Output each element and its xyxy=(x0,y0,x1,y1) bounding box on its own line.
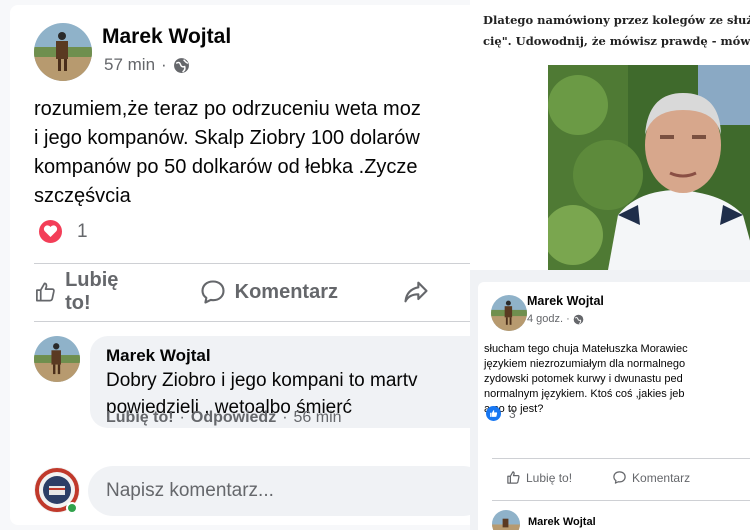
comment-text-line: Dobry Ziobro i jego kompani to martv xyxy=(106,370,418,391)
comment-reply-link[interactable]: Odpowiedz xyxy=(191,409,276,427)
second-post-meta: 4 godz. · xyxy=(527,313,584,325)
like-reaction-icon xyxy=(486,406,501,421)
second-post-like-count: 3 xyxy=(509,406,516,421)
love-reaction-icon xyxy=(38,219,63,244)
author-avatar[interactable] xyxy=(34,23,92,81)
like-label: Lubię to! xyxy=(65,269,119,314)
second-post-body-line: zydowski potomek kurwy i dwunastu ped xyxy=(484,373,683,385)
main-post-panel: Marek Wojtal 57 min · rozumiem,że teraz … xyxy=(0,0,470,530)
share-button[interactable] xyxy=(402,278,430,306)
post-body-line: rozumiem,że teraz po odrzuceniu weta moz xyxy=(34,98,421,120)
post-body-line: szczęśvcia xyxy=(34,185,131,207)
post-body-line: kompanów po 50 dolkarów od łebka .Zycze xyxy=(34,156,418,178)
comment-actions: Lubię to! · Odpowiedz · 56 min xyxy=(106,409,342,427)
comment-separator: · xyxy=(179,409,185,426)
like-button[interactable]: Lubię to! xyxy=(34,269,135,315)
comment-separator: · xyxy=(282,409,288,426)
second-post-body-line: językiem niezrozumiałym dla normalnego xyxy=(484,358,686,370)
online-status-dot xyxy=(66,502,78,514)
comment-author[interactable]: Marek Wojtal xyxy=(106,346,470,366)
thumbs-up-icon xyxy=(36,282,55,302)
article-text-line: cię". Udowodnij, że mówisz prawdę - mówi… xyxy=(483,34,750,48)
post-body-line: i jego kompanów. Skalp Ziobry 100 dolaró… xyxy=(34,127,420,149)
second-post-comment-label: Komentarz xyxy=(632,470,691,485)
comment-like-link[interactable]: Lubię to! xyxy=(106,409,174,427)
second-post-time[interactable]: 4 godz. xyxy=(527,313,563,325)
second-post-body-line: słucham tego chuja Matełuszka Morawiec xyxy=(484,343,688,355)
second-post-like-button[interactable]: Lubię to! xyxy=(506,470,572,485)
divider xyxy=(34,321,470,322)
post-author-name[interactable]: Marek Wojtal xyxy=(102,25,231,49)
write-comment-placeholder: Napisz komentarz... xyxy=(106,480,274,501)
reaction-count: 1 xyxy=(77,220,88,242)
post-meta: 57 min · xyxy=(104,55,190,75)
second-post-author[interactable]: Marek Wojtal xyxy=(527,294,604,308)
article-photo xyxy=(548,65,750,270)
second-post-action-bar: Lubię to! Komentarz xyxy=(506,470,730,485)
comment-time[interactable]: 56 min xyxy=(294,409,342,427)
comment-button[interactable]: Komentarz xyxy=(199,278,338,306)
write-comment-input[interactable]: Napisz komentarz... xyxy=(88,466,470,516)
second-post-panel: Marek Wojtal 4 godz. · słucham tego chuj… xyxy=(470,270,750,530)
globe-icon xyxy=(573,314,584,324)
meta-separator: · xyxy=(161,55,167,74)
second-post-reactions[interactable]: 3 xyxy=(486,406,516,421)
thumbs-up-icon xyxy=(507,471,520,484)
comment-icon xyxy=(613,471,626,484)
second-post-commenter-avatar[interactable] xyxy=(492,510,520,530)
post-action-bar: Lubię to! Komentarz xyxy=(34,264,470,320)
post-time[interactable]: 57 min xyxy=(104,55,155,75)
commenter-avatar[interactable] xyxy=(34,336,80,382)
second-post-commenter-name[interactable]: Marek Wojtal xyxy=(528,516,596,528)
share-icon xyxy=(404,281,428,303)
meta-separator: · xyxy=(566,313,570,325)
second-post-body-line: normalnym językiem. Ktoś coś ,jakies jeb xyxy=(484,388,685,400)
second-post-comment-button[interactable]: Komentarz xyxy=(612,470,690,485)
news-article-snippet: Dlatego namówiony przez kolegów ze służb… xyxy=(470,0,750,272)
divider xyxy=(492,458,750,459)
article-text: Dlatego namówiony przez kolegów ze służb… xyxy=(483,10,750,52)
article-text-line: Dlatego namówiony przez kolegów ze służb… xyxy=(483,13,750,27)
comment-icon xyxy=(201,280,225,304)
divider xyxy=(492,500,750,501)
post-body: rozumiem,że teraz po odrzuceniu weta moz… xyxy=(34,95,470,211)
comment-label: Komentarz xyxy=(234,280,338,303)
globe-icon xyxy=(173,57,189,73)
second-post-like-label: Lubię to! xyxy=(526,470,573,485)
second-post-avatar[interactable] xyxy=(491,295,527,331)
reactions-summary[interactable]: 1 xyxy=(38,219,88,244)
